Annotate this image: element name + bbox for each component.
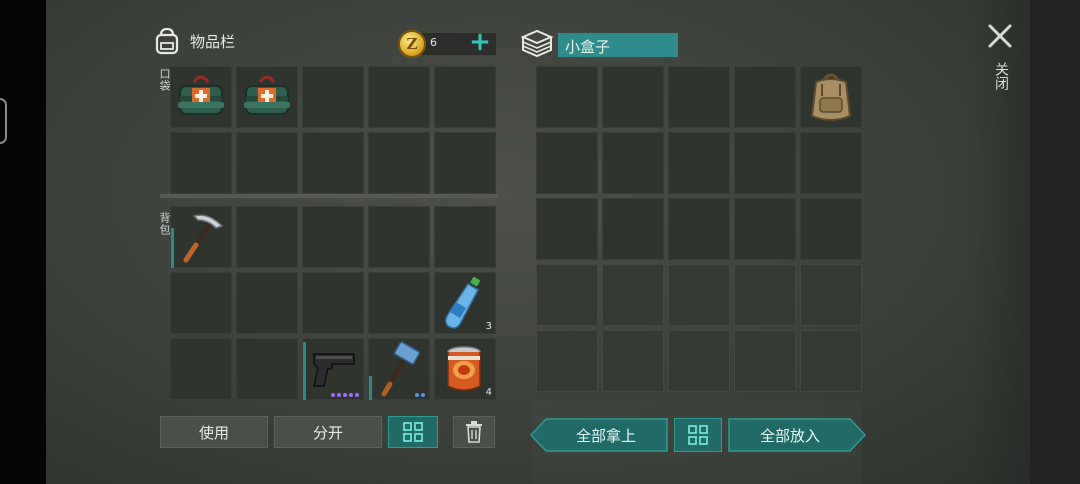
container-slot[interactable] [668, 66, 730, 128]
container-slot[interactable] [734, 132, 796, 194]
sort-container-button[interactable] [674, 418, 722, 452]
pocket-slot[interactable] [302, 132, 364, 194]
first-aid-kit-icon [244, 75, 290, 115]
backpack-slot[interactable] [236, 338, 298, 400]
game-scene: 物品栏 Z 6 + 小盒子 口袋 背包 3 4 使用 分开 全部拿上 全部放入 … [46, 0, 1030, 484]
upgrade-dots [415, 393, 425, 397]
container-slot-locked [536, 330, 598, 392]
pickaxe-icon [183, 214, 224, 263]
container-slot[interactable] [800, 132, 862, 194]
device-notch [0, 98, 7, 144]
pocket-slot[interactable] [170, 132, 232, 194]
first-aid-kit-icon [178, 75, 224, 115]
container-slot-locked [602, 264, 664, 326]
container-title: 小盒子 [565, 38, 611, 56]
inventory-title: 物品栏 [190, 32, 236, 51]
pocket-slot[interactable] [170, 66, 232, 128]
take-all-button[interactable]: 全部拿上 [546, 419, 666, 451]
device-bezel-left [0, 0, 46, 484]
container-slot-locked [734, 264, 796, 326]
grid-divider [160, 194, 498, 198]
device-bezel-right [1030, 0, 1080, 484]
close-icon[interactable] [986, 22, 1014, 50]
backpack-slot[interactable] [302, 272, 364, 334]
container-slot[interactable] [734, 198, 796, 260]
pocket-slot[interactable] [368, 132, 430, 194]
close-label[interactable]: 关闭 [991, 62, 1011, 90]
container-slot[interactable] [602, 66, 664, 128]
container-header [520, 28, 554, 58]
pocket-slot[interactable] [368, 66, 430, 128]
pocket-slot[interactable] [302, 66, 364, 128]
delete-button[interactable] [453, 416, 495, 448]
container-slot[interactable] [668, 132, 730, 194]
container-slot[interactable] [800, 66, 862, 128]
inventory-header: 物品栏 [152, 26, 235, 56]
backpack-slot[interactable] [368, 206, 430, 268]
backpack-slot[interactable] [170, 338, 232, 400]
container-slot[interactable] [536, 66, 598, 128]
coin-count: 6 [430, 36, 437, 49]
backpack-grid: 3 4 [170, 206, 496, 400]
backpack-slot[interactable] [236, 206, 298, 268]
backpack-slot[interactable] [368, 338, 430, 400]
container-grid [536, 66, 862, 392]
pocket-slot[interactable] [236, 66, 298, 128]
container-slot[interactable] [602, 198, 664, 260]
put-all-button[interactable]: 全部放入 [730, 419, 850, 451]
backpack-slot[interactable] [368, 272, 430, 334]
backpack-slot[interactable] [302, 206, 364, 268]
backpack-slot[interactable] [170, 272, 232, 334]
backpack-slot[interactable] [302, 338, 364, 400]
sledgehammer-icon [381, 341, 421, 397]
trash-icon [466, 421, 482, 443]
container-slot[interactable] [734, 66, 796, 128]
container-slot-locked [734, 330, 796, 392]
item-quantity: 4 [485, 387, 492, 398]
backpack-slot[interactable] [236, 272, 298, 334]
add-coins-button[interactable]: + [468, 29, 492, 56]
container-slot[interactable] [536, 132, 598, 194]
container-slot[interactable] [800, 198, 862, 260]
backpack-slot[interactable]: 4 [434, 338, 496, 400]
container-slot-locked [668, 264, 730, 326]
backpack-slot[interactable]: 3 [434, 272, 496, 334]
durability-bar [171, 228, 174, 268]
backpack-icon [810, 73, 852, 121]
container-slot[interactable] [668, 198, 730, 260]
container-slot[interactable] [602, 132, 664, 194]
sort-inventory-button[interactable] [388, 416, 438, 448]
container-slot-locked [668, 330, 730, 392]
coin-icon: Z [398, 30, 426, 58]
container-slot-locked [602, 330, 664, 392]
pocket-slot[interactable] [236, 132, 298, 194]
container-slot[interactable] [536, 198, 598, 260]
container-slot-locked [800, 264, 862, 326]
pocket-slot[interactable] [434, 132, 496, 194]
backpack-slot[interactable] [170, 206, 232, 268]
box-stack-icon [520, 29, 554, 58]
upgrade-dots [331, 393, 359, 397]
backpack-slot[interactable] [434, 206, 496, 268]
split-button[interactable]: 分开 [274, 416, 382, 448]
durability-bar [303, 342, 306, 400]
item-quantity: 3 [485, 321, 492, 332]
grid-sort-icon [688, 425, 708, 445]
container-slot-locked [800, 330, 862, 392]
pistol-icon [313, 353, 355, 387]
container-slot-locked [536, 264, 598, 326]
pocket-grid [170, 66, 496, 194]
pocket-slot[interactable] [434, 66, 496, 128]
grid-sort-icon [403, 422, 423, 442]
backpack-outline-icon [155, 27, 179, 55]
durability-bar [369, 376, 372, 400]
use-button[interactable]: 使用 [160, 416, 268, 448]
